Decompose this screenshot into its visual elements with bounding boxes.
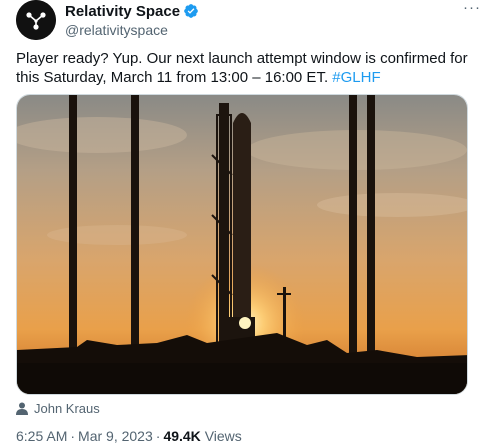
hashtag-link[interactable]: #GLHF — [332, 69, 380, 86]
meta-separator: · — [70, 428, 76, 444]
views-label: Views — [204, 428, 242, 444]
photo-credit-name: John Kraus — [34, 400, 100, 416]
meta-separator: · — [155, 428, 161, 444]
views-count: 49.4K — [163, 428, 201, 444]
verified-badge-icon — [184, 4, 198, 18]
display-name-row: Relativity Space — [65, 2, 199, 20]
relativity-logo-icon — [16, 0, 56, 40]
rocket-launch-pad-photo — [17, 95, 467, 394]
tweet-photo[interactable] — [16, 94, 468, 395]
tweet-meta: 6:25 AM · Mar 9, 2023 · 49.4K Views — [16, 428, 242, 445]
photo-credit[interactable]: John Kraus — [16, 400, 100, 416]
author-handle[interactable]: @relativityspace — [65, 22, 199, 39]
author-display-name[interactable]: Relativity Space — [65, 3, 180, 20]
person-icon — [16, 402, 28, 415]
tweet-body: Player ready? Yup. Our next launch attem… — [16, 50, 468, 86]
author-names: Relativity Space @relativityspace — [65, 2, 199, 39]
author-avatar[interactable] — [16, 0, 56, 40]
tweet-date[interactable]: Mar 9, 2023 — [78, 428, 153, 444]
tweet-header: Relativity Space @relativityspace ··· — [16, 0, 484, 44]
more-options-icon[interactable]: ··· — [460, 0, 484, 22]
tweet-text: Player ready? Yup. Our next launch attem… — [16, 49, 486, 87]
tweet-time[interactable]: 6:25 AM — [16, 428, 67, 444]
